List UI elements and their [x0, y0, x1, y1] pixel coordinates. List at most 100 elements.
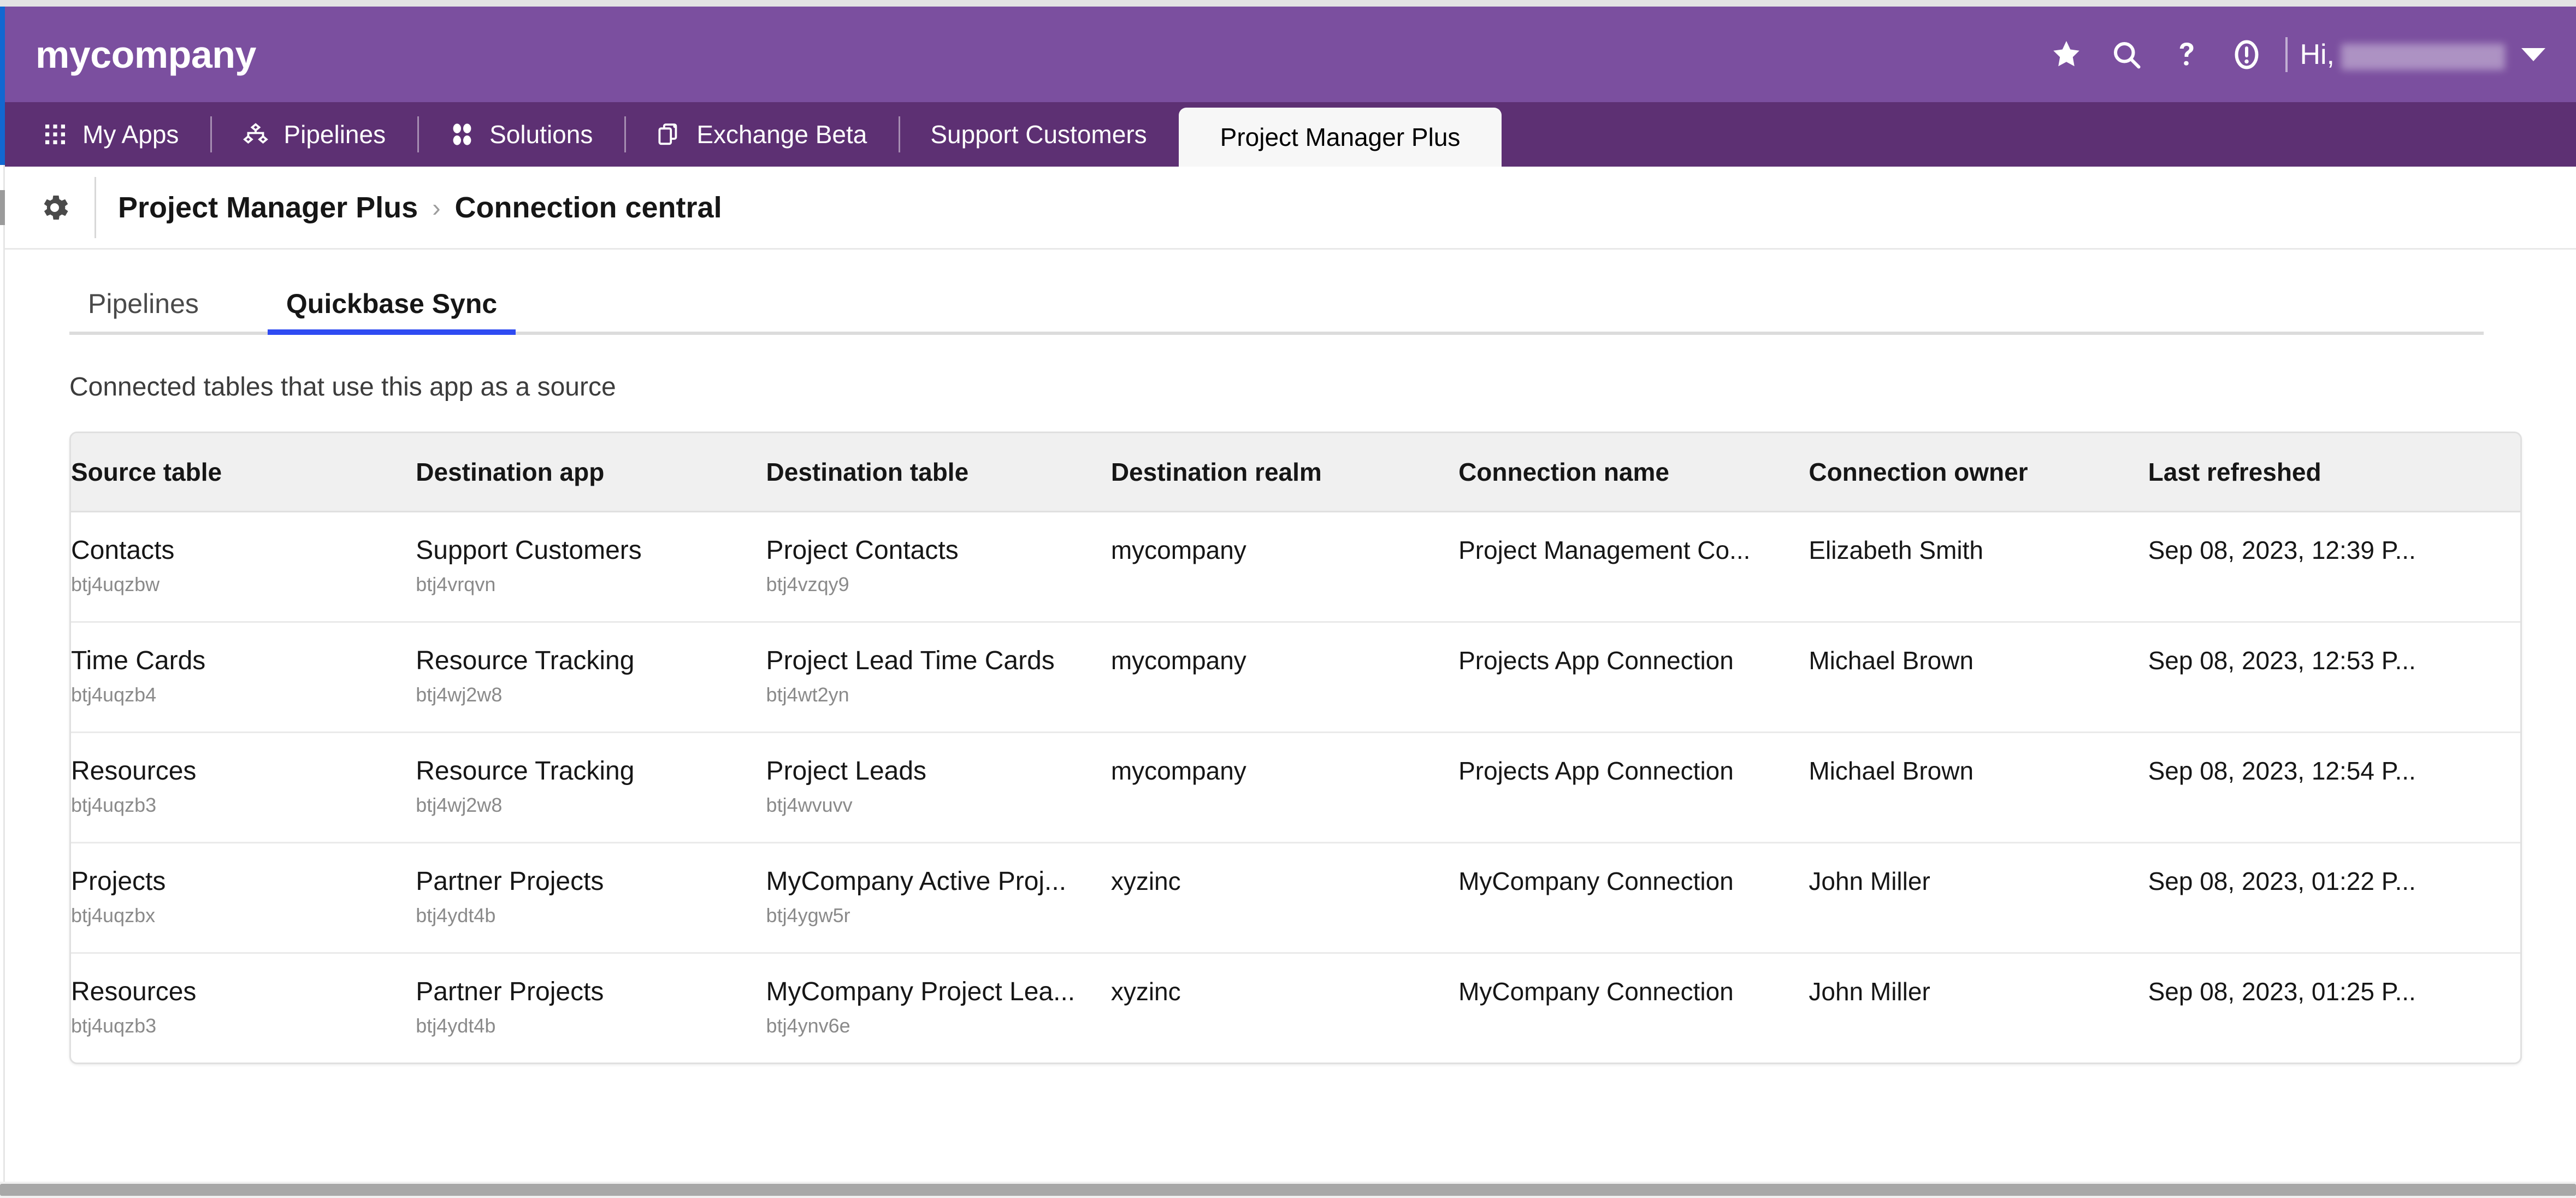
browser-top-strip: [0, 0, 2576, 7]
main-content: Pipelines Quickbase Sync Connected table…: [5, 250, 2576, 1182]
cell-destination-table: MyCompany Active Proj... btj4ygw5r: [766, 842, 1111, 954]
cell-connection-owner: Michael Brown: [1809, 732, 2148, 843]
connection-owner-value: Michael Brown: [1809, 646, 1974, 675]
nav-item-solutions[interactable]: Solutions: [417, 102, 624, 167]
cell-connection-name: Projects App Connection: [1458, 622, 1809, 733]
brand-logo[interactable]: mycompany: [36, 36, 256, 74]
destination-realm-value: xyzinc: [1110, 867, 1181, 895]
cell-destination-app: Partner Projects btj4ydt4b: [416, 842, 766, 954]
column-header-last-refreshed[interactable]: Last refreshed: [2148, 433, 2520, 512]
connection-name-value: Projects App Connection: [1458, 646, 1734, 675]
cell-destination-realm: mycompany: [1110, 732, 1459, 843]
column-header-destination-app[interactable]: Destination app: [416, 433, 766, 512]
global-header: mycompany Hi,: [5, 7, 2576, 102]
cell-destination-realm: mycompany: [1110, 622, 1459, 733]
breadcrumb-current: Connection central: [454, 191, 722, 224]
header-divider: [2285, 37, 2288, 72]
horizontal-scrollbar-thumb[interactable]: [0, 1184, 2576, 1196]
solutions-icon: [449, 121, 475, 147]
cell-destination-app: Partner Projects btj4ydt4b: [416, 953, 766, 1063]
column-header-destination-table[interactable]: Destination table: [766, 433, 1111, 512]
cell-last-refreshed: Sep 08, 2023, 12:54 P...: [2148, 732, 2520, 843]
breadcrumb: Project Manager Plus › Connection centra…: [118, 191, 722, 225]
gear-icon[interactable]: [33, 186, 76, 229]
nav-item-label: Exchange Beta: [696, 120, 867, 149]
destination-app-name: Partner Projects: [416, 977, 604, 1006]
source-table-name: Resources: [71, 977, 197, 1006]
nav-item-project-manager-plus[interactable]: Project Manager Plus: [1178, 108, 1502, 167]
last-refreshed-value: Sep 08, 2023, 12:53 P...: [2148, 646, 2416, 675]
cell-connection-name: Project Management Co...: [1458, 511, 1809, 623]
cell-source-table: Resources btj4uqzb3: [71, 953, 416, 1063]
destination-table-name: Project Contacts: [766, 536, 959, 565]
connections-table-container: Source table Destination app Destination…: [69, 432, 2522, 1064]
column-header-connection-name[interactable]: Connection name: [1458, 433, 1809, 512]
chevron-down-icon[interactable]: [2521, 48, 2545, 61]
tab-bar: Pipelines Quickbase Sync: [69, 278, 2484, 335]
connection-owner-value: Michael Brown: [1809, 757, 1974, 785]
connection-name-value: MyCompany Connection: [1458, 867, 1734, 895]
destination-app-id: btj4wj2w8: [416, 683, 503, 706]
last-refreshed-value: Sep 08, 2023, 01:22 P...: [2148, 867, 2416, 895]
tab-quickbase-sync[interactable]: Quickbase Sync: [267, 278, 516, 335]
table-row[interactable]: Resources btj4uqzb3 Resource Tracking bt…: [71, 732, 2520, 843]
table-row[interactable]: Projects btj4uqzbx Partner Projects btj4…: [71, 842, 2520, 954]
destination-table-name: MyCompany Active Proj...: [766, 867, 1067, 896]
cell-destination-table: Project Lead Time Cards btj4wt2yn: [766, 622, 1111, 733]
star-icon[interactable]: [2036, 25, 2096, 85]
left-scrollbar-thumb[interactable]: [0, 190, 5, 225]
destination-realm-value: xyzinc: [1110, 977, 1181, 1006]
cell-destination-app: Resource Tracking btj4wj2w8: [416, 732, 766, 843]
breadcrumb-parent[interactable]: Project Manager Plus: [118, 191, 418, 225]
table-header: Source table Destination app Destination…: [71, 433, 2520, 512]
destination-app-id: btj4wj2w8: [416, 794, 503, 816]
last-refreshed-value: Sep 08, 2023, 01:25 P...: [2148, 977, 2416, 1006]
help-icon[interactable]: [2156, 25, 2217, 85]
destination-table-id: btj4wvuvv: [766, 794, 853, 816]
grid-icon: [42, 121, 68, 147]
nav-item-exchange-beta[interactable]: Exchange Beta: [624, 102, 899, 167]
nav-item-label: Solutions: [489, 120, 593, 149]
alert-icon[interactable]: [2217, 25, 2277, 85]
user-name-redacted: [2341, 43, 2505, 70]
tab-label: Quickbase Sync: [286, 288, 498, 319]
app-window: mycompany Hi, My Apps Pipelines Solution…: [0, 0, 2576, 1198]
tab-pipelines[interactable]: Pipelines: [69, 278, 217, 332]
cell-source-table: Time Cards btj4uqzb4: [71, 622, 416, 733]
nav-item-label: Project Manager Plus: [1220, 123, 1461, 151]
table-row[interactable]: Resources btj4uqzb3 Partner Projects btj…: [71, 953, 2520, 1063]
destination-app-id: btj4ydt4b: [416, 904, 496, 926]
destination-table-name: Project Leads: [766, 757, 927, 786]
cell-destination-realm: mycompany: [1110, 511, 1459, 623]
nav-item-my-apps[interactable]: My Apps: [10, 102, 210, 167]
table-row[interactable]: Time Cards btj4uqzb4 Resource Tracking b…: [71, 622, 2520, 733]
table-row[interactable]: Contacts btj4uqzbw Support Customers btj…: [71, 511, 2520, 623]
source-table-name: Resources: [71, 757, 197, 786]
nav-item-pipelines[interactable]: Pipelines: [210, 102, 417, 167]
tab-label: Pipelines: [88, 288, 199, 319]
source-table-id: btj4uqzbw: [71, 573, 160, 595]
nav-item-support-customers[interactable]: Support Customers: [899, 102, 1178, 167]
page-body: mycompany Hi, My Apps Pipelines Solution…: [0, 7, 2576, 1182]
column-header-connection-owner[interactable]: Connection owner: [1809, 433, 2148, 512]
nav-item-label: Support Customers: [930, 120, 1147, 149]
pipelines-icon: [242, 121, 269, 148]
cell-connection-owner: Elizabeth Smith: [1809, 511, 2148, 623]
user-greeting[interactable]: Hi,: [2300, 38, 2505, 71]
destination-table-id: btj4vzqy9: [766, 573, 849, 595]
left-scrollbar[interactable]: [0, 7, 5, 1182]
greeting-text: Hi,: [2300, 38, 2335, 70]
cell-last-refreshed: Sep 08, 2023, 12:39 P...: [2148, 511, 2520, 623]
column-header-source-table[interactable]: Source table: [71, 433, 416, 512]
destination-table-id: btj4ygw5r: [766, 904, 850, 926]
app-nav-bar: My Apps Pipelines Solutions Exchange Bet…: [5, 102, 2576, 167]
connection-name-value: Project Management Co...: [1458, 536, 1751, 564]
destination-table-id: btj4wt2yn: [766, 683, 849, 706]
destination-app-name: Partner Projects: [416, 867, 604, 896]
destination-table-name: MyCompany Project Lea...: [766, 977, 1076, 1006]
nav-item-label: Pipelines: [283, 120, 386, 149]
column-header-destination-realm[interactable]: Destination realm: [1110, 433, 1459, 512]
search-icon[interactable]: [2096, 25, 2156, 85]
horizontal-scrollbar[interactable]: [0, 1182, 2576, 1198]
cell-source-table: Contacts btj4uqzbw: [71, 511, 416, 623]
